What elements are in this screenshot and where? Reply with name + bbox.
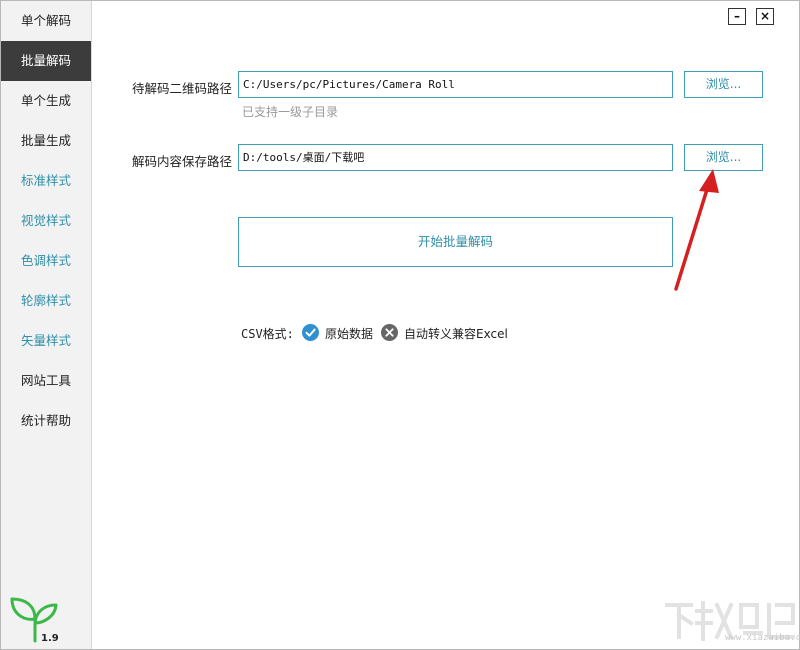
sidebar-item-batch-decode[interactable]: 批量解码 xyxy=(1,41,91,81)
source-browse-button[interactable]: 浏览... xyxy=(684,71,763,98)
raw-data-option-label[interactable]: 原始数据 xyxy=(325,325,373,342)
source-path-label: 待解码二维码路径 xyxy=(132,81,233,96)
sidebar-item-standard-style[interactable]: 标准样式 xyxy=(1,161,91,201)
close-button[interactable]: × xyxy=(756,8,774,25)
sidebar-item-web-tools[interactable]: 网站工具 xyxy=(1,361,91,401)
start-batch-decode-button[interactable]: 开始批量解码 xyxy=(238,217,673,267)
excel-compat-cross-icon[interactable] xyxy=(381,324,398,341)
sidebar-item-single-generate[interactable]: 单个生成 xyxy=(1,81,91,121)
sidebar-item-visual-style[interactable]: 视觉样式 xyxy=(1,201,91,241)
save-path-label: 解码内容保存路径 xyxy=(132,154,233,169)
save-path-input[interactable]: D:/tools/桌面/下载吧 xyxy=(238,144,673,171)
sidebar-item-vector-style[interactable]: 矢量样式 xyxy=(1,321,91,361)
sidebar-item-tone-style[interactable]: 色调样式 xyxy=(1,241,91,281)
csv-format-label: CSV格式: xyxy=(241,327,294,341)
source-path-input[interactable]: C:/Users/pc/Pictures/Camera Roll xyxy=(238,71,673,98)
version-label: 1.9 xyxy=(41,633,59,644)
watermark-text: www.xiazaiba.com xyxy=(725,633,800,643)
app-window: 单个解码 批量解码 单个生成 批量生成 标准样式 视觉样式 色调样式 轮廓样式 … xyxy=(0,0,800,650)
source-path-hint: 已支持一级子目录 xyxy=(242,105,339,119)
sidebar-item-batch-generate[interactable]: 批量生成 xyxy=(1,121,91,161)
sidebar-item-single-decode[interactable]: 单个解码 xyxy=(1,1,91,41)
raw-data-check-icon[interactable] xyxy=(302,324,319,341)
sidebar-item-stats-help[interactable]: 统计帮助 xyxy=(1,401,91,441)
minimize-button[interactable]: – xyxy=(728,8,746,25)
excel-compat-option-label[interactable]: 自动转义兼容Excel xyxy=(404,325,508,342)
sidebar: 单个解码 批量解码 单个生成 批量生成 标准样式 视觉样式 色调样式 轮廓样式 … xyxy=(1,1,92,649)
sidebar-item-outline-style[interactable]: 轮廓样式 xyxy=(1,281,91,321)
